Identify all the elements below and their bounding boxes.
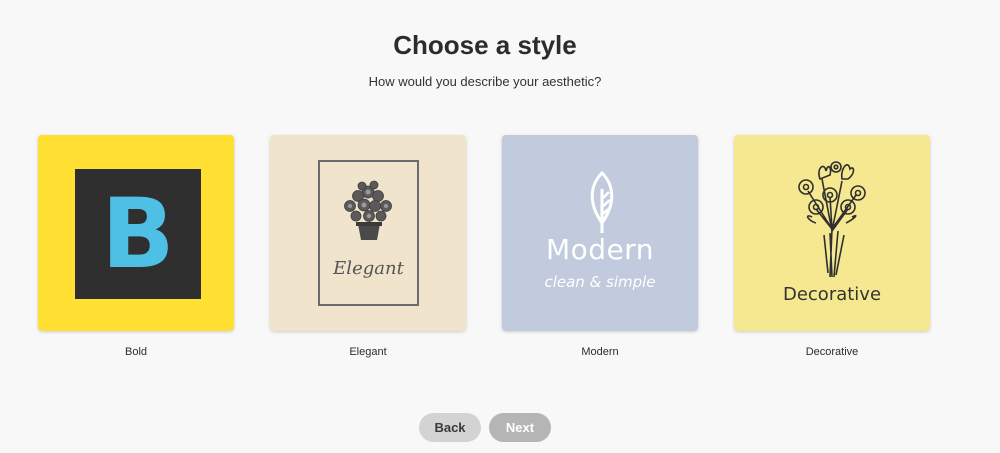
elegant-frame: Elegant — [318, 160, 419, 306]
style-tile-modern[interactable]: Modern clean & simple — [502, 135, 698, 331]
style-card-bold[interactable]: B Bold — [38, 135, 234, 359]
style-options: B Bold Elegant Elegant Modern clean & si… — [0, 135, 1000, 365]
style-tile-bold[interactable]: B — [38, 135, 234, 331]
bold-letter: B — [101, 178, 175, 290]
style-tile-elegant[interactable]: Elegant — [270, 135, 466, 331]
flower-bouquet-icon — [798, 161, 866, 278]
back-button[interactable]: Back — [419, 413, 481, 442]
bold-letter-logo: B — [75, 169, 201, 299]
style-label-bold: Bold — [124, 346, 148, 358]
leaf-icon — [590, 170, 614, 233]
style-label-elegant: Elegant — [349, 346, 387, 358]
style-card-decorative[interactable]: Decorative Decorative — [734, 135, 930, 359]
page-subtitle: How would you describe your aesthetic? — [368, 74, 602, 89]
style-tile-decorative[interactable]: Decorative — [734, 135, 930, 331]
style-label-decorative: Decorative — [805, 346, 859, 358]
page-title: Choose a style — [393, 30, 577, 60]
style-card-elegant[interactable]: Elegant Elegant — [270, 135, 466, 359]
style-label-modern: Modern — [581, 346, 619, 358]
elegant-tile-text: Elegant — [333, 258, 404, 279]
style-card-modern[interactable]: Modern clean & simple Modern — [502, 135, 698, 359]
potted-plant-icon — [344, 180, 392, 240]
style-picker-page: Choose a style How would you describe yo… — [0, 0, 1000, 453]
modern-tile-text: Modern — [545, 233, 655, 266]
modern-tile-subtext: clean & simple — [544, 273, 656, 291]
decorative-tile-text: Decorative — [782, 284, 882, 305]
next-button[interactable]: Next — [489, 413, 551, 442]
